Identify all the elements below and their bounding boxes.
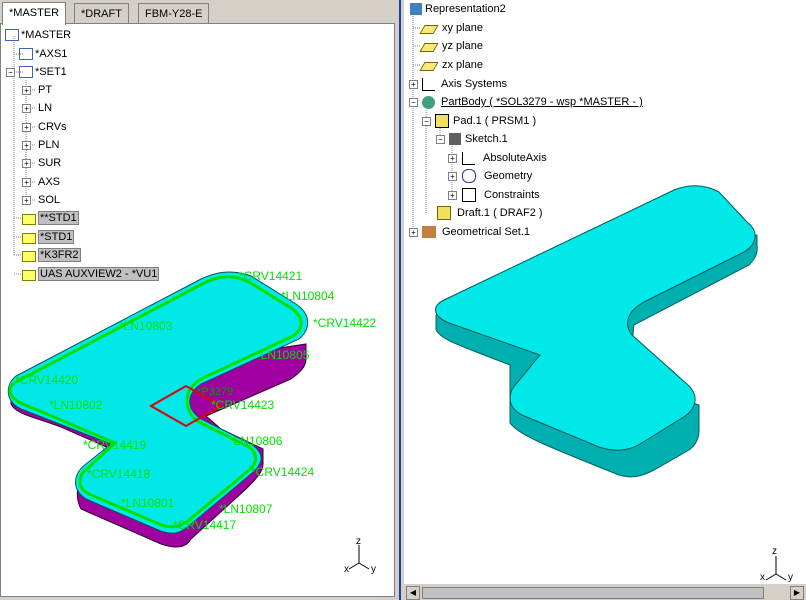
label-crv14420[interactable]: *CRV14420 [15, 373, 78, 387]
label-p3279[interactable]: *P3279 [197, 386, 233, 398]
horizontal-scrollbar[interactable]: ◀ ▶ [404, 584, 806, 600]
scroll-right-button[interactable]: ▶ [790, 586, 804, 600]
splitter[interactable] [396, 0, 404, 600]
axis-z-label: z [356, 536, 361, 547]
label-crv14422[interactable]: *CRV14422 [313, 316, 376, 330]
solid-view[interactable] [404, 0, 806, 584]
label-ln10804[interactable]: *LN10804 [281, 289, 334, 303]
axis-y-label: y [788, 572, 793, 583]
tab-fbm[interactable]: FBM-Y28-E [138, 3, 210, 24]
scroll-left-button[interactable]: ◀ [406, 586, 420, 600]
right-panel[interactable]: Representation2 xy plane yz plane zx pla… [404, 0, 806, 600]
label-ln10807[interactable]: *LN10807 [219, 502, 272, 516]
part-view[interactable] [1, 24, 394, 596]
tab-master[interactable]: *MASTER [2, 2, 67, 25]
master-viewport[interactable]: *MASTER *AXS1 − *SET1 + PT + LN + CRVs +… [0, 23, 395, 597]
label-crv14419[interactable]: *CRV14419 [83, 438, 146, 452]
tab-draft[interactable]: *DRAFT [74, 3, 129, 24]
axis-z-label: z [772, 546, 777, 557]
label-crv14417[interactable]: *CRV14417 [173, 518, 236, 532]
axis-triad-icon [765, 556, 787, 581]
label-crv14418[interactable]: *CRV14418 [87, 467, 150, 481]
label-ln10803[interactable]: *LN10803 [119, 319, 172, 333]
label-ln10805[interactable]: *LN10805 [256, 348, 309, 362]
label-crv14421[interactable]: *CRV14421 [239, 269, 302, 283]
label-ln10801[interactable]: *LN10801 [121, 496, 174, 510]
axis-y-label: y [371, 564, 376, 575]
tab-bar: *MASTER *DRAFT FBM-Y28-E [2, 2, 392, 25]
scroll-thumb[interactable] [422, 587, 764, 599]
axis-triad-icon [348, 545, 370, 570]
label-ln10806[interactable]: *LN10806 [229, 434, 282, 448]
left-panel: *MASTER *DRAFT FBM-Y28-E *MASTER *AXS1 −… [0, 0, 398, 600]
axis-x-label: x [344, 564, 349, 575]
label-ln10802[interactable]: *LN10802 [49, 398, 102, 412]
solid-top [435, 185, 756, 451]
axis-x-label: x [760, 572, 765, 583]
label-crv14423[interactable]: *CRV14423 [211, 398, 274, 412]
label-crv14424[interactable]: *CRV14424 [251, 465, 314, 479]
